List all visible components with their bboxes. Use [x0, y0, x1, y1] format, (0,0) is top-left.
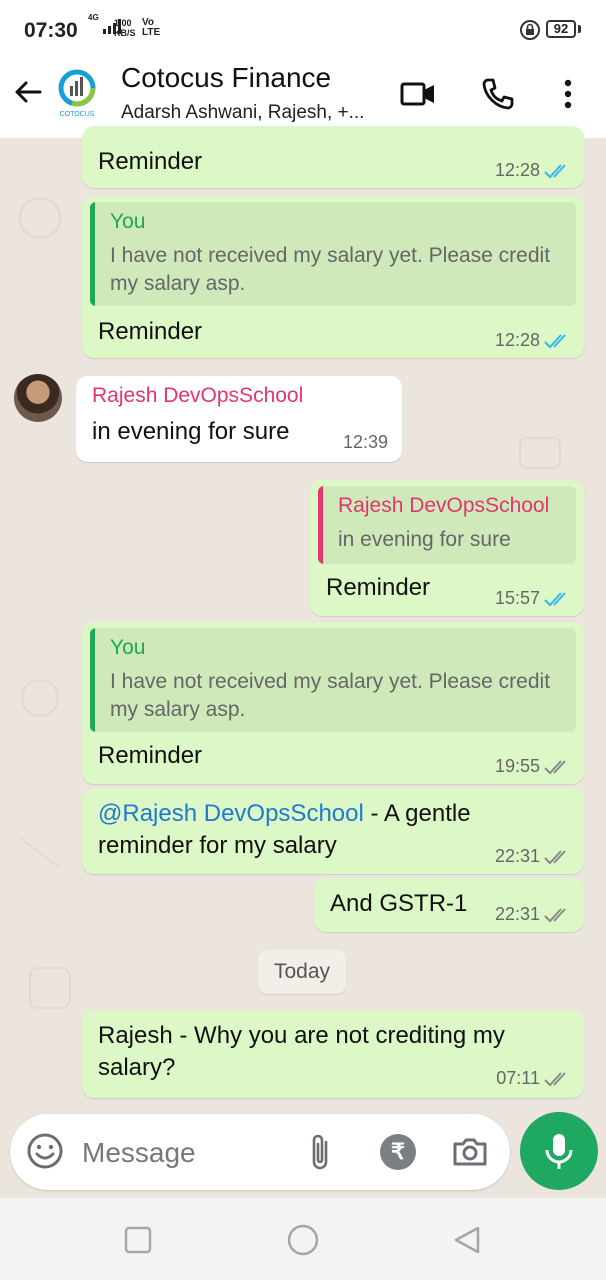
network-type: 4G [88, 13, 99, 22]
message-time: 22:31 [494, 904, 540, 924]
quote-author: Rajesh DevOpsSchool [338, 494, 550, 517]
message-input[interactable] [80, 1134, 284, 1172]
message-text: Reminder [98, 318, 203, 345]
battery-indicator: 92 [546, 20, 576, 38]
phone-icon[interactable] [480, 76, 516, 112]
quote-author: You [110, 210, 146, 233]
lock-icon [520, 20, 540, 40]
rupee-icon[interactable]: ₹ [380, 1134, 416, 1170]
quote-text: I have not received my salary yet. Pleas… [110, 244, 551, 295]
message-text: in evening for sure [92, 418, 290, 445]
quote-author: You [110, 636, 146, 659]
message-text: And GSTR-1 [330, 890, 468, 917]
quoted-message[interactable]: You I have not received my salary yet. P… [90, 628, 576, 732]
message-bubble-out[interactable]: Rajesh DevOpsSchool in evening for sure … [310, 480, 584, 616]
net-speed-unit: KB/S [114, 28, 136, 38]
date-divider: Today [258, 950, 346, 994]
message-time: 12:28 [494, 330, 540, 350]
emoji-icon[interactable] [26, 1132, 64, 1170]
system-nav-bar [0, 1198, 606, 1280]
message-bubble-out[interactable]: And GSTR-1 22:31 [314, 878, 584, 932]
read-ticks-icon [544, 333, 566, 348]
message-text: Reminder [326, 574, 431, 601]
status-time: 07:30 [24, 19, 78, 42]
message-meta: 22:31 [495, 846, 572, 867]
camera-icon[interactable] [450, 1132, 490, 1172]
message-time: 22:31 [494, 846, 540, 866]
delivered-ticks-icon [544, 907, 566, 922]
group-avatar[interactable]: COTOCUS [52, 66, 102, 122]
mic-icon [545, 1134, 573, 1169]
message-time: 19:55 [494, 756, 540, 776]
message-text: Reminder [98, 742, 203, 769]
message-bubble-in[interactable]: Rajesh DevOpsSchool in evening for sure … [76, 376, 402, 462]
more-vert-icon[interactable] [550, 76, 586, 112]
message-text: Reminder [98, 148, 203, 175]
message-time: 07:11 [496, 1068, 540, 1088]
message-meta: 12:28 [495, 330, 572, 351]
message-text-line2: salary? [98, 1054, 176, 1081]
message-bubble-out[interactable]: Rajesh - Why you are not crediting my sa… [82, 1010, 584, 1098]
quote-bar [90, 202, 95, 306]
logo-text: COTOCUS [60, 111, 95, 118]
message-meta: 15:57 [495, 588, 572, 609]
quote-text: I have not received my salary yet. Pleas… [110, 670, 551, 721]
message-time: 12:39 [342, 432, 388, 452]
message-time: 15:57 [494, 588, 540, 608]
status-bar: 07:30 4G 1.00 KB/S Vo LTE 92 [0, 0, 606, 62]
read-ticks-icon [544, 591, 566, 606]
message-meta: 12:39 [343, 432, 388, 453]
chat-subtitle[interactable]: Adarsh Ashwani, Rajesh, +... [121, 102, 364, 124]
message-text: Rajesh - Why you are not crediting my [98, 1022, 505, 1049]
message-text-after-mention: - A gentle [363, 800, 471, 827]
battery-tip [578, 25, 581, 33]
quote-bar [90, 628, 95, 732]
delivered-ticks-icon [544, 759, 566, 774]
delivered-ticks-icon [544, 849, 566, 864]
message-meta: 12:28 [495, 160, 572, 181]
message-bubble-out[interactable]: @Rajesh DevOpsSchool - A gentle reminder… [82, 788, 584, 874]
nav-home-icon[interactable] [283, 1220, 323, 1260]
message-meta: 19:55 [495, 756, 572, 777]
mic-button[interactable] [520, 1112, 598, 1190]
quoted-message[interactable]: You I have not received my salary yet. P… [90, 202, 576, 306]
net-speed-value: 1.00 [114, 18, 132, 28]
message-bubble-out[interactable]: Reminder 12:28 [82, 126, 584, 188]
message-text-line2: reminder for my salary [98, 832, 337, 859]
attach-icon[interactable] [306, 1132, 336, 1172]
quote-bar [318, 486, 323, 564]
volte-bottom: LTE [142, 27, 161, 38]
nav-recent-icon[interactable] [118, 1220, 158, 1260]
message-time: 12:28 [494, 160, 540, 180]
read-ticks-icon [544, 163, 566, 178]
avatar[interactable] [14, 374, 62, 422]
net-speed: 1.00 KB/S [114, 18, 136, 38]
mention-link[interactable]: @Rajesh DevOpsSchool [98, 800, 364, 827]
message-bubble-out[interactable]: You I have not received my salary yet. P… [82, 622, 584, 784]
video-call-icon[interactable] [400, 76, 436, 112]
nav-back-icon[interactable] [448, 1220, 488, 1260]
quote-text: in evening for sure [338, 528, 511, 551]
delivered-ticks-icon [544, 1071, 566, 1086]
message-text: @Rajesh DevOpsSchool - A gentle [98, 800, 471, 828]
volte-indicator: Vo LTE [142, 18, 160, 38]
message-bubble-out[interactable]: You I have not received my salary yet. P… [82, 196, 584, 358]
message-meta: 22:31 [495, 904, 572, 925]
quoted-message[interactable]: Rajesh DevOpsSchool in evening for sure [318, 486, 576, 564]
back-arrow-icon[interactable] [10, 74, 46, 110]
message-meta: 07:11 [496, 1068, 572, 1089]
message-composer: ₹ [10, 1114, 510, 1190]
chat-title[interactable]: Cotocus Finance [121, 62, 331, 94]
sender-name[interactable]: Rajesh DevOpsSchool [92, 384, 303, 408]
